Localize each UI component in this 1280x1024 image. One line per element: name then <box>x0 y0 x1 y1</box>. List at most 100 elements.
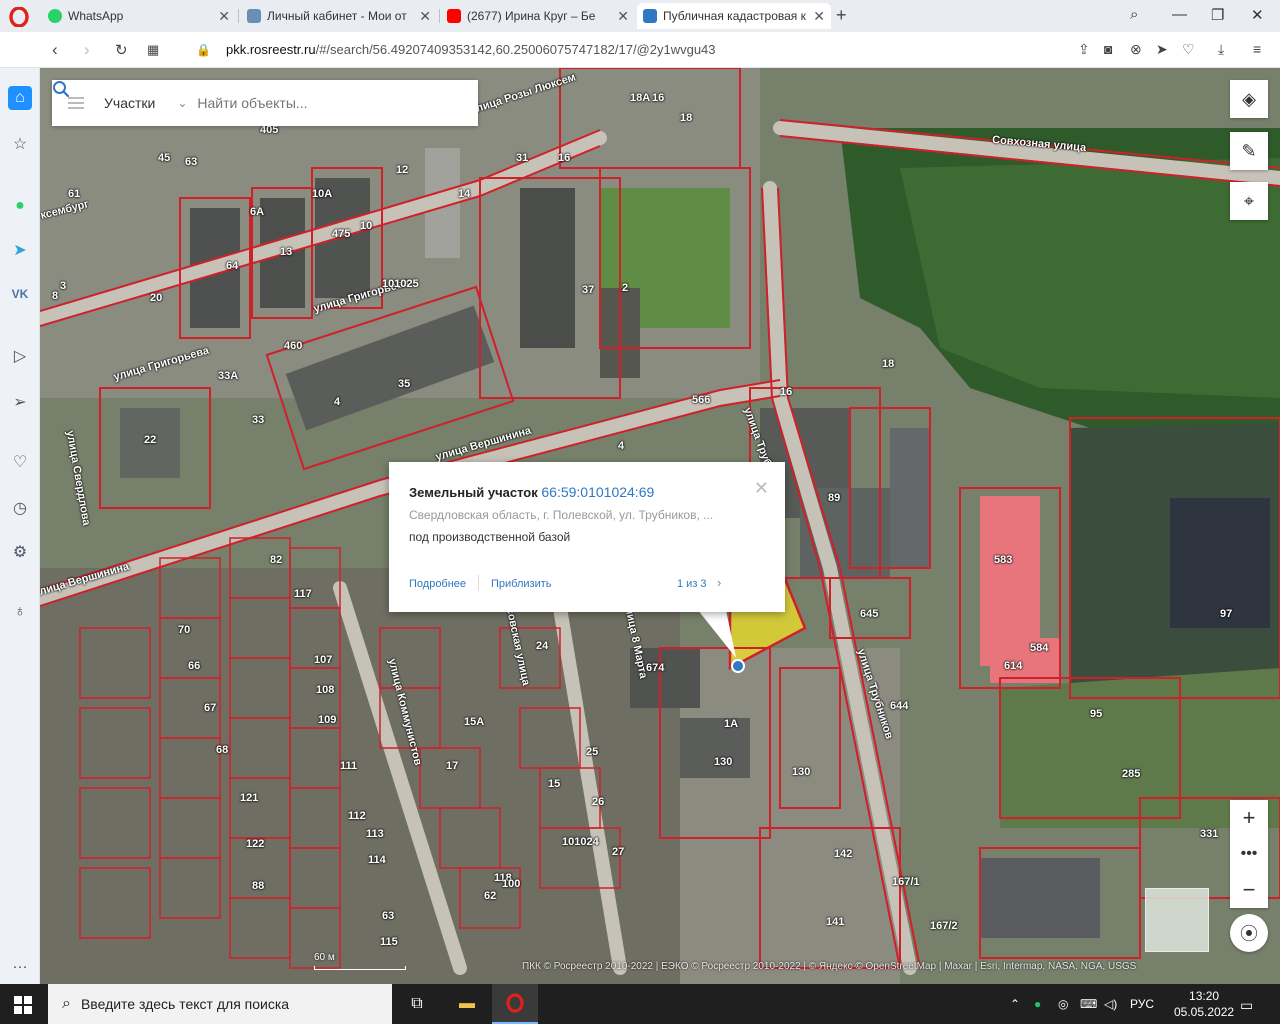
hamburger-menu-icon[interactable] <box>68 97 84 109</box>
popup-close-icon[interactable]: ✕ <box>754 478 769 499</box>
parcel-number: 35 <box>398 378 411 390</box>
compass-button[interactable]: ⦿ <box>1230 914 1268 952</box>
tray-expand-icon[interactable]: ⌃ <box>1010 997 1020 1011</box>
locate-button[interactable]: ⌖ <box>1230 182 1268 220</box>
forward-button[interactable]: › <box>84 40 90 60</box>
zoom-to-link[interactable]: Приблизить <box>491 578 552 590</box>
zoom-more-button[interactable]: ••• <box>1230 836 1268 872</box>
vk-icon[interactable]: VK <box>8 282 32 306</box>
parcel-number: 109 <box>318 714 337 726</box>
close-tab-icon[interactable]: ✕ <box>617 8 629 25</box>
camera-icon[interactable]: ◙ <box>1104 41 1112 57</box>
reload-button[interactable]: ↻ <box>115 41 128 59</box>
bookmarks-star-icon[interactable]: ☆ <box>8 132 32 156</box>
parcel-number: 22 <box>144 434 157 446</box>
tab-cadastre[interactable]: Публичная кадастровая к ✕ <box>637 3 831 29</box>
cabinet-icon <box>247 9 261 23</box>
parcel-number: 13 <box>280 246 293 258</box>
taskbar-search[interactable]: ⌕ Введите здесь текст для поиска <box>48 984 392 1024</box>
parcel-number: 101024 <box>562 836 599 848</box>
parcel-number: 15 <box>548 778 561 790</box>
close-tab-icon[interactable]: ✕ <box>813 8 825 25</box>
volume-icon[interactable]: ◁) <box>1104 997 1117 1011</box>
parcel-number: 12 <box>396 164 409 176</box>
history-clock-icon[interactable]: ◷ <box>8 496 32 520</box>
parcel-number: 114 <box>368 854 386 866</box>
parcel-number: 31 <box>516 152 529 164</box>
adblock-icon[interactable]: ⊗ <box>1130 41 1142 58</box>
sidebar-more-icon[interactable]: … <box>8 952 32 976</box>
parcel-number: 27 <box>612 846 625 858</box>
parcel-number: 117 <box>294 588 312 600</box>
parcel-number: 95 <box>1090 708 1103 720</box>
bookmark-heart-icon[interactable]: ♡ <box>1182 41 1195 58</box>
taskbar-clock[interactable]: 13:20 05.05.2022 <box>1174 988 1234 1020</box>
windows-start-icon[interactable] <box>14 996 32 1014</box>
cadastral-number-link[interactable]: 66:59:0101024:69 <box>541 484 654 500</box>
scale-label: 60 м <box>314 952 335 963</box>
tray-app-icon[interactable]: ◎ <box>1058 997 1068 1011</box>
back-button[interactable]: ‹ <box>52 40 58 60</box>
whatsapp-icon[interactable]: ● <box>8 194 32 218</box>
tab-youtube[interactable]: (2677) Ирина Круг – Бе ✕ <box>441 3 635 29</box>
network-icon[interactable]: ⌨ <box>1080 997 1097 1011</box>
minimize-button[interactable]: — <box>1172 6 1187 23</box>
parcel-number: 62 <box>484 890 497 902</box>
parcel-number: 130 <box>792 766 811 778</box>
close-tab-icon[interactable]: ✕ <box>419 8 431 25</box>
parcel-number: 115 <box>380 936 398 948</box>
zoom-out-button[interactable]: − <box>1230 872 1268 908</box>
search-icon[interactable] <box>52 80 70 98</box>
tab-cabinet[interactable]: Личный кабинет - Мои от ✕ <box>241 3 437 29</box>
parcel-number: 644 <box>890 700 909 712</box>
details-link[interactable]: Подробнее <box>409 578 466 590</box>
tips-bulb-icon[interactable]: ♁ <box>8 600 32 624</box>
share-icon[interactable]: ⇪ <box>1078 41 1090 58</box>
search-input[interactable] <box>197 95 418 111</box>
tab-search-icon[interactable]: ⌕ <box>1130 6 1138 23</box>
location-marker <box>731 659 745 673</box>
overview-minimap[interactable] <box>1145 888 1209 952</box>
opera-taskbar-icon[interactable] <box>492 984 538 1024</box>
scale-bar <box>314 966 406 970</box>
parcel-number: 37 <box>582 284 595 296</box>
parcel-number: 142 <box>834 848 853 860</box>
parcel-number: 460 <box>284 340 303 352</box>
task-view-icon[interactable]: ⧉ <box>394 984 440 1024</box>
parcel-number: 101025 <box>382 278 419 290</box>
close-window-button[interactable]: ✕ <box>1251 6 1264 24</box>
next-result-icon[interactable]: › <box>717 575 721 590</box>
cadastral-map[interactable]: Совхозная улица улица Григорьева улица Г… <box>40 68 1280 984</box>
home-icon[interactable]: ⌂ <box>8 86 32 110</box>
notifications-icon[interactable]: ▭ <box>1240 997 1253 1014</box>
download-icon[interactable]: ⤓ <box>1218 41 1224 58</box>
favorites-heart-icon[interactable]: ♡ <box>8 450 32 474</box>
settings-gear-icon[interactable]: ⚙ <box>8 540 32 564</box>
zoom-in-button[interactable]: + <box>1230 800 1268 836</box>
speed-dial-icon[interactable]: ▦ <box>147 42 159 58</box>
parcel-number: 82 <box>270 554 283 566</box>
security-tray-icon[interactable]: ● <box>1034 997 1041 1011</box>
send-icon[interactable]: ➤ <box>1156 41 1168 58</box>
parcel-number: 70 <box>178 624 191 636</box>
url-field[interactable]: pkk.rosreestr.ru/#/search/56.49207409353… <box>226 42 716 57</box>
parcel-number: 121 <box>240 792 259 804</box>
menu-icon[interactable]: ≡ <box>1253 41 1261 57</box>
new-tab-button[interactable]: + <box>836 5 847 26</box>
parcel-number: 285 <box>1122 768 1141 780</box>
close-tab-icon[interactable]: ✕ <box>218 8 230 25</box>
tab-whatsapp[interactable]: WhatsApp ✕ <box>42 3 236 29</box>
keyboard-language[interactable]: РУС <box>1130 997 1154 1011</box>
file-explorer-icon[interactable]: ▬ <box>444 984 490 1024</box>
layers-button[interactable]: ◈ <box>1230 80 1268 118</box>
chevron-down-icon[interactable]: ⌄ <box>177 96 187 110</box>
search-type-select[interactable]: Участки <box>104 95 155 111</box>
parcel-number: 3 <box>60 280 67 292</box>
flow-icon[interactable]: ➢ <box>8 390 32 414</box>
ruler-icon: ✎ <box>1241 140 1257 161</box>
opera-menu-icon[interactable] <box>9 7 29 27</box>
telegram-icon[interactable]: ➤ <box>8 238 32 262</box>
player-icon[interactable]: ▷ <box>8 344 32 368</box>
measure-button[interactable]: ✎ <box>1230 132 1268 170</box>
maximize-button[interactable]: ❐ <box>1211 6 1224 24</box>
